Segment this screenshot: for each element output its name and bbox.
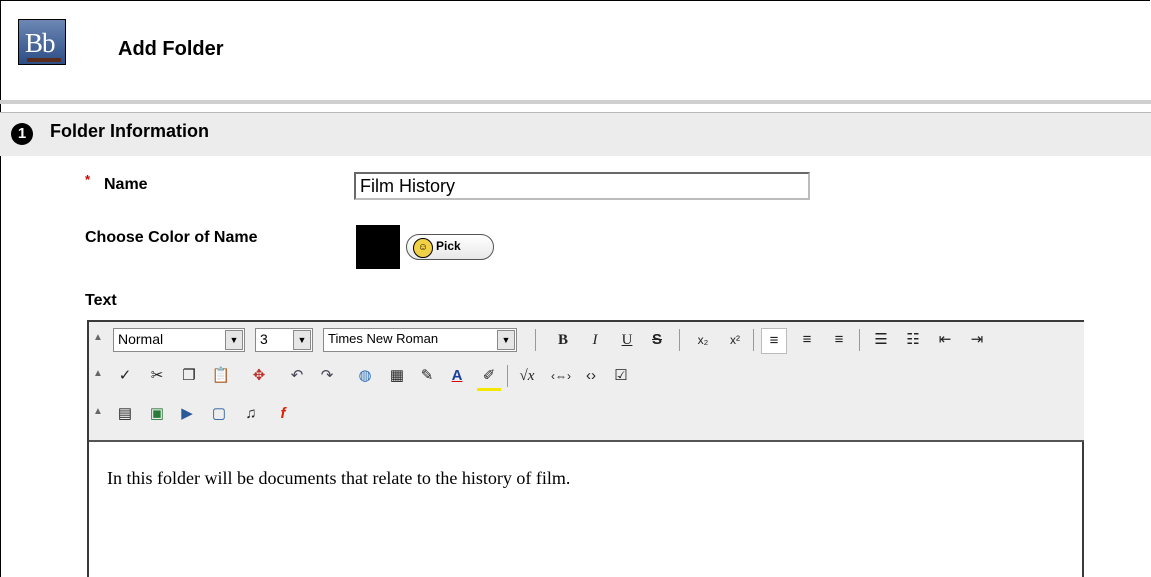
superscript-icon[interactable]: x² xyxy=(723,328,747,352)
toolbar-separator xyxy=(535,329,536,351)
section-title: Folder Information xyxy=(50,121,209,141)
audio-icon[interactable]: ♫ xyxy=(239,402,263,426)
collapse-row-icon[interactable]: ▲ xyxy=(93,332,103,343)
cut-icon[interactable]: ✂ xyxy=(145,364,169,388)
undo-icon[interactable]: ↶ xyxy=(285,364,309,388)
editor-content-text: In this folder will be documents that re… xyxy=(107,468,571,488)
paste-icon[interactable]: 📋 xyxy=(209,364,233,388)
font-select-value: Times New Roman xyxy=(328,331,439,346)
indent-icon[interactable]: ⇥ xyxy=(965,328,989,352)
spellcheck-icon[interactable]: ✓ xyxy=(113,364,137,388)
pencil-icon[interactable]: ✎ xyxy=(415,364,439,388)
text-label: Text xyxy=(85,292,117,309)
italic-icon[interactable]: I xyxy=(583,328,607,352)
toolbar-separator xyxy=(679,329,680,351)
document-icon[interactable]: ▢ xyxy=(207,402,231,426)
outdent-icon[interactable]: ⇤ xyxy=(933,328,957,352)
align-left-icon[interactable]: ≡ xyxy=(761,328,787,354)
collapse-row-icon[interactable]: ▲ xyxy=(93,406,103,417)
toolbar-separator xyxy=(507,365,508,387)
palette-icon: ☺ xyxy=(413,238,433,258)
page-title: Add Folder xyxy=(118,38,224,60)
size-select[interactable]: 3 ▼ xyxy=(255,328,313,352)
font-select[interactable]: Times New Roman ▼ xyxy=(323,328,517,352)
required-marker: * xyxy=(85,172,91,187)
style-select[interactable]: Normal ▼ xyxy=(113,328,245,352)
logo-bar xyxy=(27,58,61,62)
editor-content-area[interactable]: In this folder will be documents that re… xyxy=(89,444,1084,577)
chevron-down-icon: ▼ xyxy=(293,330,311,350)
preview-icon[interactable]: ☑ xyxy=(609,364,633,388)
hyperlink-icon[interactable]: ◍ xyxy=(353,364,377,388)
toolbar-separator xyxy=(859,329,860,351)
color-label: Choose Color of Name xyxy=(85,229,258,246)
name-label: Name xyxy=(104,176,148,193)
toolbar-row-2: ▲ ✓ ✂ ❐ 📋 ✥ ↶ ↷ ◍ ▦ ✎ A ✐ √x ‹⇔› ‹› ☑ xyxy=(89,364,1084,394)
size-select-value: 3 xyxy=(260,331,268,347)
table-icon[interactable]: ▦ xyxy=(385,364,409,388)
toolbar-row-1: ▲ Normal ▼ 3 ▼ Times New Roman ▼ B I U S… xyxy=(89,328,1084,358)
image-icon[interactable]: ▣ xyxy=(145,402,169,426)
logo-text: Bb xyxy=(25,28,55,58)
editor-toolbar: ▲ Normal ▼ 3 ▼ Times New Roman ▼ B I U S… xyxy=(89,322,1084,442)
collapse-row-icon[interactable]: ▲ xyxy=(93,368,103,379)
title-divider xyxy=(0,100,1151,104)
section-header: 1 Folder Information xyxy=(0,112,1151,156)
redo-icon[interactable]: ↷ xyxy=(315,364,339,388)
align-right-icon[interactable]: ≡ xyxy=(827,328,851,352)
font-color-icon[interactable]: A xyxy=(445,364,469,388)
pick-color-button[interactable]: ☺ Pick xyxy=(406,234,494,260)
align-center-icon[interactable]: ≡ xyxy=(795,328,819,352)
text-editor: ▲ Normal ▼ 3 ▼ Times New Roman ▼ B I U S… xyxy=(87,320,1084,577)
pick-button-label: Pick xyxy=(436,239,461,253)
chevron-down-icon: ▼ xyxy=(497,330,515,350)
step-number: 1 xyxy=(11,123,33,145)
name-input[interactable] xyxy=(354,172,810,200)
subscript-icon[interactable]: x₂ xyxy=(691,328,715,352)
html-icon[interactable]: ‹⇔› xyxy=(549,364,573,388)
highlight-icon[interactable]: ✐ xyxy=(477,364,501,391)
bold-icon[interactable]: B xyxy=(551,328,575,352)
style-select-value: Normal xyxy=(118,331,164,347)
unordered-list-icon[interactable]: ☷ xyxy=(901,328,925,352)
flash-icon[interactable]: f xyxy=(271,402,295,426)
ordered-list-icon[interactable]: ☰ xyxy=(869,328,893,352)
media-icon[interactable]: ▶ xyxy=(175,402,199,426)
chevron-down-icon: ▼ xyxy=(225,330,243,350)
color-swatch xyxy=(356,225,400,269)
underline-icon[interactable]: U xyxy=(615,328,639,352)
toolbar-separator xyxy=(753,329,754,351)
link-icon[interactable]: ✥ xyxy=(247,364,271,388)
equation-icon[interactable]: √x xyxy=(515,364,539,388)
blackboard-logo: Bb xyxy=(18,19,66,65)
source-icon[interactable]: ‹› xyxy=(579,364,603,388)
strikethrough-icon[interactable]: S xyxy=(645,328,669,352)
attach-file-icon[interactable]: ▤ xyxy=(113,402,137,426)
copy-icon[interactable]: ❐ xyxy=(177,364,201,388)
toolbar-row-3: ▲ ▤ ▣ ▶ ▢ ♫ f xyxy=(89,402,1084,432)
